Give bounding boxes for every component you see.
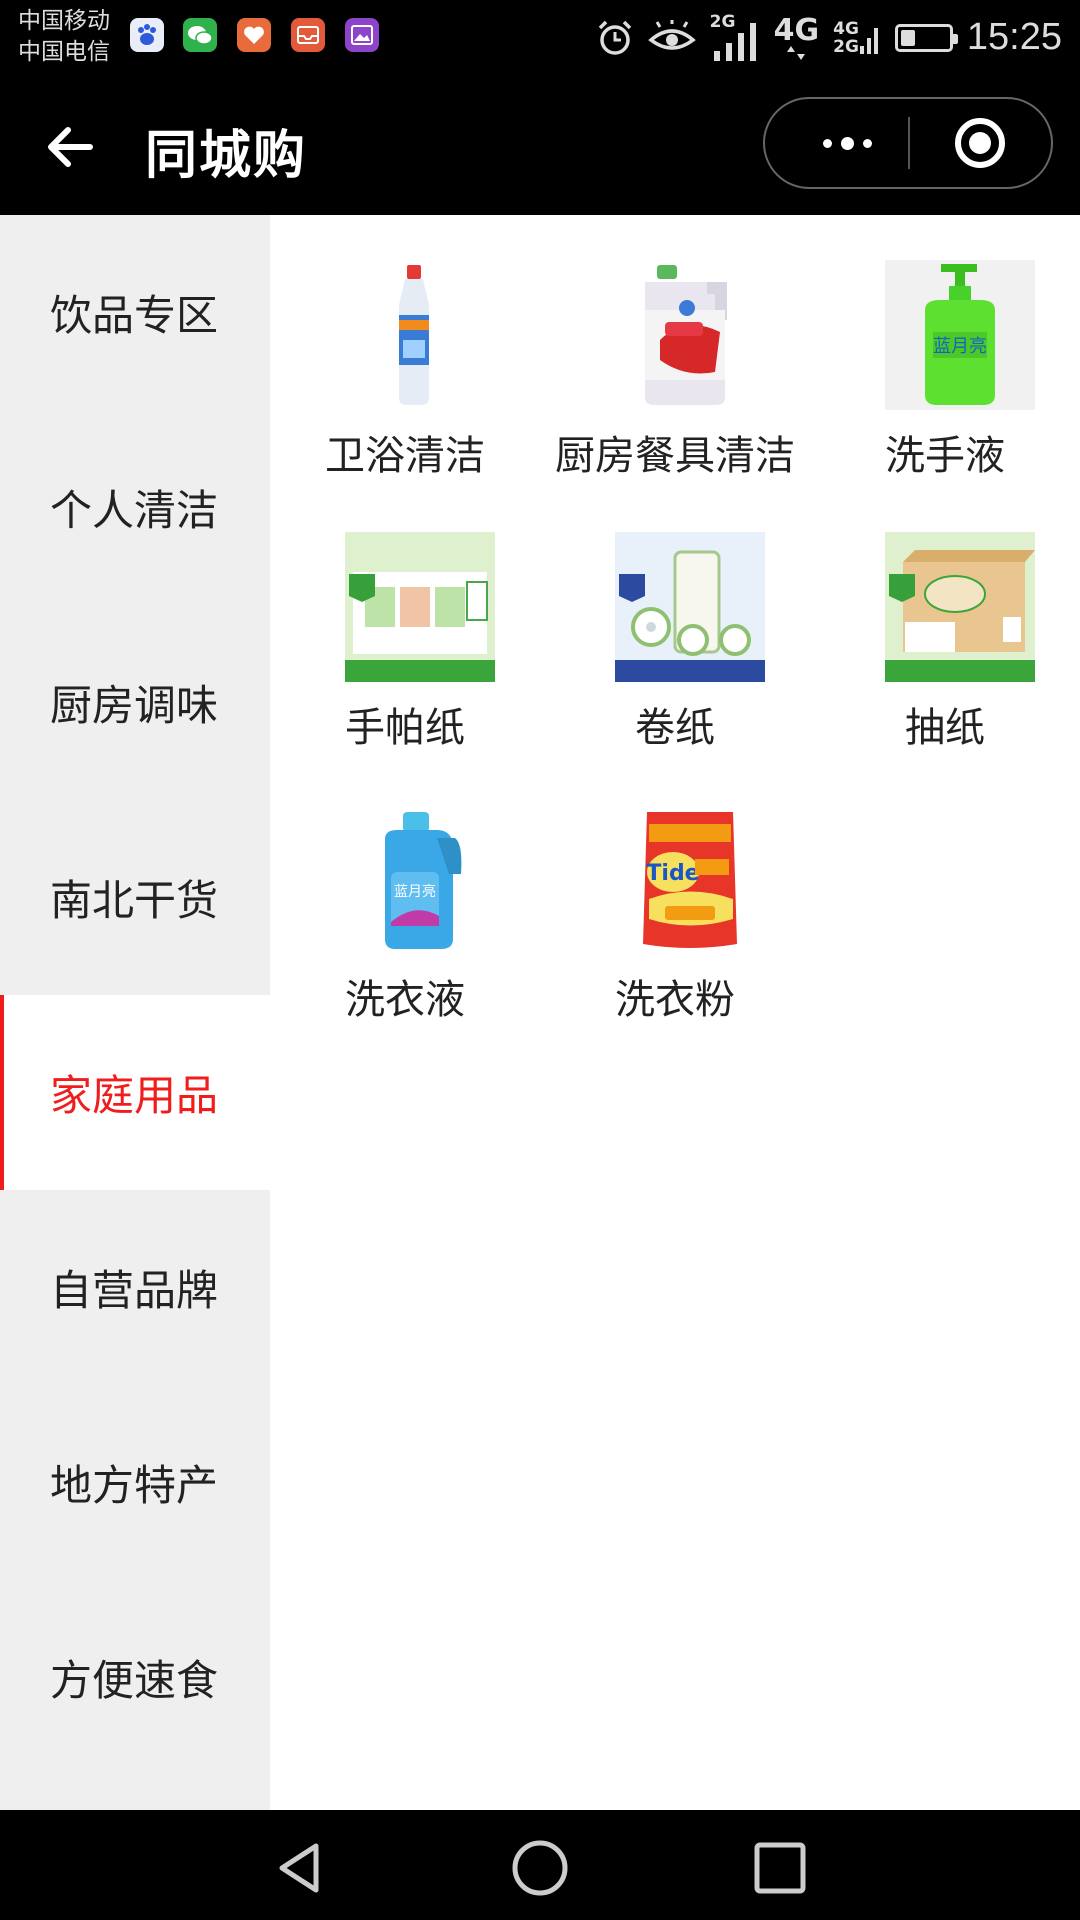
carrier-2: 中国电信 [18,39,110,65]
svg-text:蓝月亮: 蓝月亮 [394,883,436,900]
nav-bar: 同城购 [0,75,1080,215]
sidebar-item-dried-goods[interactable]: 南北干货 [0,800,270,995]
sidebar-item-kitchen-seasoning[interactable]: 厨房调味 [0,605,270,800]
carrier-1: 中国移动 [18,8,110,34]
system-nav-bar [0,1810,1080,1920]
battery-icon [894,23,958,52]
square-recents-icon [754,1842,806,1894]
category-cell-kitchen-dish-cleaning[interactable]: 厨房餐具清洁 [540,215,810,487]
mini-program-capsule [763,97,1053,189]
hand-soap-bottle-icon: 蓝月亮 [885,260,1035,410]
close-mini-program-button[interactable] [955,118,1005,168]
more-dots-icon [822,138,832,148]
mail-icon [291,18,325,52]
category-cell-bathroom-cleaning[interactable]: 卫浴清洁 [270,215,540,487]
laundry-powder-bag-icon: Tide [643,812,737,948]
category-label: 卫浴清洁 [325,433,485,479]
pocket-tissue-pack-icon [345,532,495,682]
toilet-cleaner-bottle-icon [399,265,429,405]
category-cell-pocket-tissue[interactable]: 手帕纸 [270,487,540,759]
system-back-button[interactable] [270,1838,330,1898]
category-label: 洗手液 [885,433,1005,479]
category-label: 手帕纸 [345,705,465,751]
arrow-left-icon [48,127,93,167]
category-label: 卷纸 [635,705,715,751]
more-dots-icon-center [840,136,854,150]
toilet-roll-pack-icon [615,532,765,682]
sidebar-item-own-brand[interactable]: 自营品牌 [0,1190,270,1385]
sidebar-item-drinks[interactable]: 饮品专区 [0,215,270,410]
eye-comfort-icon [647,19,696,50]
triangle-back-icon [279,1843,319,1893]
sidebar-item-personal-care[interactable]: 个人清洁 [0,410,270,605]
back-button[interactable] [40,117,100,177]
gallery-icon [345,18,379,52]
page-title: 同城购 [145,126,308,186]
category-sidebar: 饮品专区 个人清洁 厨房调味 南北干货 家庭用品 自营品牌 地方特产 方便速食 [0,215,270,1810]
carrier-info: 中国移动 中国电信 [18,6,110,68]
sidebar-item-label: 个人清洁 [50,486,219,535]
category-cell-laundry-powder[interactable]: Tide 洗衣粉 [540,759,810,1031]
sidebar-item-label: 家庭用品 [50,1071,219,1120]
signal-4g-2g-icon: 4G 2G [833,18,881,58]
category-label: 抽纸 [905,705,985,751]
sidebar-item-label: 自营品牌 [50,1266,219,1315]
svg-text:蓝月亮: 蓝月亮 [933,336,987,357]
category-cell-facial-tissue[interactable]: 抽纸 [810,487,1080,759]
category-cell-hand-soap[interactable]: 蓝月亮 洗手液 [810,215,1080,487]
sidebar-item-local-specialty[interactable]: 地方特产 [0,1385,270,1580]
capsule-divider [908,117,910,169]
category-label: 厨房餐具清洁 [555,433,795,479]
status-time: 15:25 [966,16,1062,58]
signal-2g-icon: 2G [710,13,760,63]
product-category-grid: 卫浴清洁 厨房餐具清洁 蓝月亮 洗手液 手帕纸 卷纸 抽纸 蓝月亮 洗衣液 Ti… [270,215,1080,1810]
sidebar-item-instant-food[interactable]: 方便速食 [0,1580,270,1775]
category-label: 洗衣粉 [615,977,735,1023]
laundry-powder-brand: Tide [646,861,699,886]
data-4g-indicator: 4G [774,15,819,60]
baidu-icon [130,18,164,52]
category-label: 洗衣液 [345,977,465,1023]
sidebar-item-label: 饮品专区 [50,291,219,340]
sidebar-item-label: 方便速食 [50,1656,219,1705]
more-dots-icon-end [862,138,872,148]
system-recents-button[interactable] [750,1838,810,1898]
category-cell-laundry-liquid[interactable]: 蓝月亮 洗衣液 [270,759,540,1031]
wechat-icon [183,18,217,52]
system-home-button[interactable] [510,1838,570,1898]
sidebar-item-label: 南北干货 [50,876,219,925]
category-cell-toilet-roll[interactable]: 卷纸 [540,487,810,759]
more-button[interactable] [787,99,907,187]
status-bar: 中国移动 中国电信 2G 4G 4G 2G 15:25 [0,0,1080,75]
sidebar-item-label: 地方特产 [50,1461,219,1510]
alarm-icon [598,20,631,55]
dish-detergent-jug-icon [645,265,727,405]
sidebar-item-household[interactable]: 家庭用品 [0,995,270,1190]
sidebar-item-label: 厨房调味 [50,681,219,730]
facial-tissue-box-icon [885,532,1035,682]
circle-home-icon [512,1840,568,1896]
health-icon [237,18,271,52]
laundry-liquid-bottle-icon: 蓝月亮 [385,812,462,949]
